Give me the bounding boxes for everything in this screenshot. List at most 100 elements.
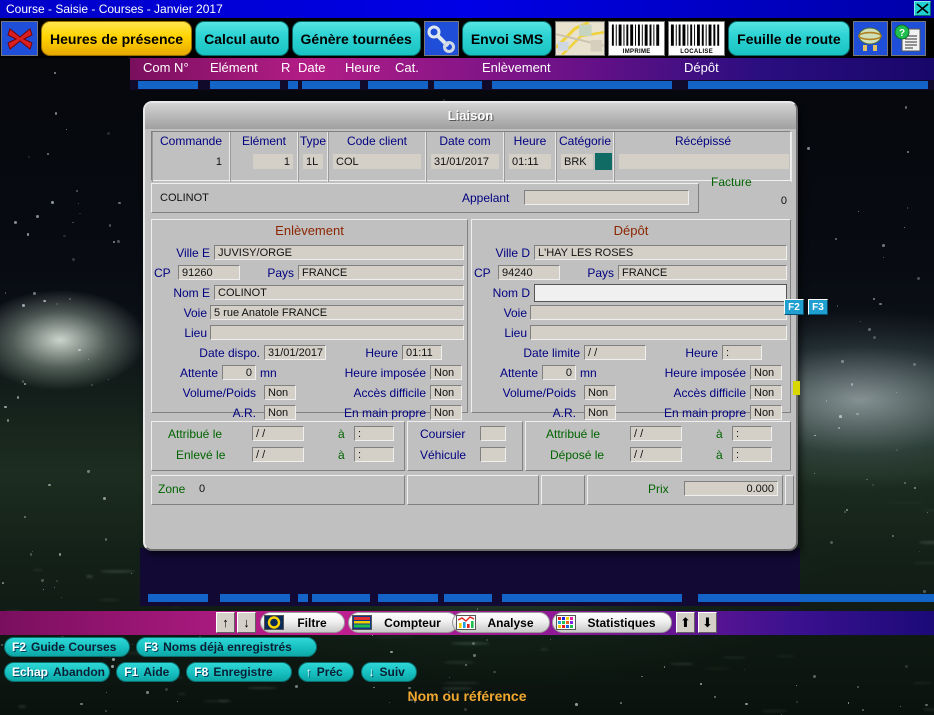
statistiques-button[interactable]: Statistiques (552, 612, 672, 633)
dropoff-pays-input[interactable]: FRANCE (618, 265, 787, 280)
red-x-icon[interactable] (1, 21, 38, 56)
dropoff-volume-input[interactable]: Non (584, 385, 616, 400)
column-header-2[interactable]: R (281, 60, 290, 75)
assign-right-depose-time[interactable]: : (732, 447, 772, 462)
sort-ascending-button[interactable]: ⬆ (676, 612, 695, 633)
pickup-heure-input[interactable]: 01:11 (402, 345, 442, 360)
categorie-color-swatch[interactable] (595, 153, 612, 170)
pickup-heure-imposee-input[interactable]: Non (430, 365, 462, 380)
list-cell[interactable] (220, 594, 290, 602)
vehicule-input[interactable] (480, 447, 506, 462)
pickup-attente-input[interactable]: 0 (222, 365, 256, 380)
order-field-value-5[interactable]: 01:11 (509, 154, 551, 169)
dropoff-cp-input[interactable]: 94240 (498, 265, 560, 280)
list-cell[interactable] (698, 594, 934, 602)
list-cell[interactable] (502, 594, 682, 602)
close-icon[interactable] (914, 1, 931, 16)
list-cell[interactable] (302, 81, 360, 89)
heures-presence-button[interactable]: Heures de présence (41, 21, 193, 56)
list-cell[interactable] (688, 81, 928, 89)
coursier-input[interactable] (480, 426, 506, 441)
pickup-ville-input[interactable]: JUVISY/ORGE (214, 245, 464, 260)
dropoff-ar-input[interactable]: Non (584, 405, 616, 420)
list-cell[interactable] (368, 81, 428, 89)
order-field-value-7[interactable] (619, 154, 789, 169)
list-cell[interactable] (492, 81, 672, 89)
column-header-3[interactable]: Date (298, 60, 325, 75)
sort-descending-button[interactable]: ⬇ (698, 612, 717, 633)
globe-icon[interactable] (852, 21, 888, 56)
dropoff-date-input[interactable]: / / (584, 345, 646, 360)
fkey-f1-button[interactable]: F1 Aide (116, 662, 181, 682)
pickup-volume-input[interactable]: Non (264, 385, 296, 400)
order-field-value-6[interactable]: BRK (561, 154, 593, 169)
dropoff-lieu-input[interactable] (530, 325, 787, 340)
analyse-button[interactable]: Analyse (452, 612, 550, 633)
assign-right-depose-date[interactable]: / / (630, 447, 682, 462)
barcode-imprime-icon[interactable]: IMPRIME (608, 21, 666, 56)
pickup-lieu-input[interactable] (210, 325, 464, 340)
filtre-button[interactable]: Filtre (260, 612, 345, 633)
assign-left-enleve-time[interactable]: : (354, 447, 394, 462)
assign-right-attribue-date[interactable]: / / (630, 426, 682, 441)
order-field-value-4[interactable]: 31/01/2017 (431, 154, 499, 169)
zone-value[interactable]: 0 (196, 481, 230, 496)
pickup-nom-input[interactable]: COLINOT (214, 285, 464, 300)
fkey--button[interactable]: ↑ Préc (297, 662, 355, 682)
scroll-down-button[interactable]: ↓ (237, 612, 256, 633)
fkey-f3-button[interactable]: F3 Noms déjà enregistrés (136, 637, 318, 657)
dropoff-nom-input[interactable] (534, 284, 787, 302)
appelant-input[interactable] (524, 190, 689, 205)
pickup-main-propre-input[interactable]: Non (430, 405, 462, 420)
pickup-acces-input[interactable]: Non (430, 385, 462, 400)
dropoff-attente-input[interactable]: 0 (542, 365, 576, 380)
pickup-ar-input[interactable]: Non (264, 405, 296, 420)
list-cell[interactable] (312, 594, 370, 602)
list-cell[interactable] (138, 81, 198, 89)
help-document-icon[interactable]: ? (890, 21, 926, 56)
dropoff-voie-input[interactable] (530, 305, 787, 320)
assign-left-enleve-date[interactable]: / / (252, 447, 304, 462)
order-field-value-2[interactable]: 1L (303, 154, 323, 169)
wrench-icon[interactable] (423, 21, 459, 56)
fkey-echap-button[interactable]: Echap Abandon (4, 662, 111, 682)
column-header-5[interactable]: Cat. (395, 60, 419, 75)
dropoff-heure-input[interactable]: : (722, 345, 762, 360)
prix-value[interactable]: 0.000 (684, 481, 778, 496)
dropoff-heure-imposee-input[interactable]: Non (750, 365, 782, 380)
list-cell[interactable] (444, 594, 492, 602)
fkey-f8-button[interactable]: F8 Enregistre (186, 662, 292, 682)
assign-right-attribue-time[interactable]: : (732, 426, 772, 441)
dropoff-f3-button[interactable]: F3 (808, 299, 828, 315)
list-cell[interactable] (210, 81, 280, 89)
column-header-1[interactable]: Elément (210, 60, 258, 75)
dropoff-f2-button[interactable]: F2 (784, 299, 804, 315)
list-cell[interactable] (288, 81, 298, 89)
order-field-value-0[interactable]: 1 (185, 154, 225, 169)
pickup-voie-input[interactable]: 5 rue Anatole FRANCE (210, 305, 464, 320)
column-header-4[interactable]: Heure (345, 60, 380, 75)
calcul-auto-button[interactable]: Calcul auto (195, 21, 289, 56)
order-field-value-1[interactable]: 1 (253, 154, 293, 169)
order-field-value-3[interactable]: COL (333, 154, 421, 169)
scroll-up-button[interactable]: ↑ (216, 612, 235, 633)
pickup-cp-input[interactable]: 91260 (178, 265, 240, 280)
assign-left-attribue-time[interactable]: : (354, 426, 394, 441)
pickup-pays-input[interactable]: FRANCE (298, 265, 464, 280)
dropoff-acces-input[interactable]: Non (750, 385, 782, 400)
fkey--button[interactable]: ↓ Suiv (360, 662, 418, 682)
assign-left-attribue-date[interactable]: / / (252, 426, 304, 441)
barcode-localise-icon[interactable]: LOCALISE (668, 21, 726, 56)
feuille-de-route-button[interactable]: Feuille de route (728, 21, 850, 56)
pickup-date-input[interactable]: 31/01/2017 (264, 345, 326, 360)
map-icon[interactable] (555, 21, 606, 56)
compteur-button[interactable]: Compteur (348, 612, 458, 633)
genere-tournees-button[interactable]: Génère tournées (291, 21, 421, 56)
envoi-sms-button[interactable]: Envoi SMS (461, 21, 553, 56)
list-cell[interactable] (434, 81, 482, 89)
dropoff-ville-input[interactable]: L'HAY LES ROSES (534, 245, 787, 260)
list-cell[interactable] (378, 594, 438, 602)
fkey-f2-button[interactable]: F2 Guide Courses (4, 637, 131, 657)
list-cell[interactable] (148, 594, 208, 602)
column-header-7[interactable]: Dépôt (684, 60, 719, 75)
